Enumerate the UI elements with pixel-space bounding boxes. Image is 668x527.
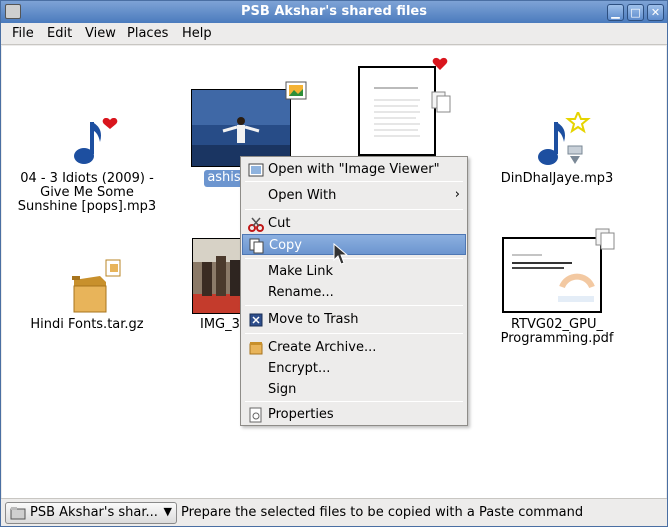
menu-separator [245,181,463,182]
favorite-heart-icon [432,57,448,70]
chevron-right-icon: › [454,187,460,202]
file-item[interactable]: 04 - 3 Idiots (2009) - Give Me Some Suns… [2,46,172,226]
status-bar: PSB Akshar's shar... ▼ Prepare the selec… [1,498,667,526]
file-name: 04 - 3 Idiots (2009) - [20,171,154,186]
window-title: PSB Akshar's shared files [241,4,427,19]
context-menu: Open with "Image Viewer" Open With › Cut… [240,156,468,426]
location-dropdown[interactable]: PSB Akshar's shar... ▼ [5,502,177,524]
menu-item-move-to-trash[interactable]: Move to Trash [242,309,466,330]
menu-separator [245,209,463,210]
menu-item-make-link[interactable]: Make Link [242,261,466,282]
menu-places[interactable]: Places [127,26,168,41]
audio-file-icon [538,112,591,165]
chevron-down-icon: ▼ [163,505,172,518]
audio-file-icon [74,118,118,164]
trash-icon [249,313,263,327]
menu-item-open-with-image-viewer[interactable]: Open with "Image Viewer" [242,159,466,180]
menu-separator [245,333,463,334]
menu-item-cut[interactable]: Cut [242,213,466,234]
mouse-cursor-icon [333,242,349,265]
file-item[interactable] [342,46,462,156]
menu-bar: File Edit View Places Help [1,23,667,45]
file-name: Programming.pdf [500,331,614,346]
properties-icon [249,407,262,423]
menu-item-create-archive[interactable]: Create Archive... [242,337,466,358]
file-name: RTVG02_GPU_ [511,317,603,332]
file-name: Give Me Some [40,185,134,200]
image-viewer-icon [248,163,264,177]
close-icon[interactable]: ✕ [647,4,664,21]
archive-icon [72,259,121,313]
folder-icon [10,507,26,520]
menu-help[interactable]: Help [182,26,212,41]
file-item[interactable]: Hindi Fonts.tar.gz [2,246,172,346]
location-label: PSB Akshar's shar... [30,505,158,520]
menu-edit[interactable]: Edit [47,26,72,41]
file-name-selected: ashis [204,170,244,187]
maximize-icon[interactable]: □ [627,4,644,21]
picture-emblem-icon [285,81,307,100]
file-item[interactable]: RTVG02_GPU_ Programming.pdf [482,224,632,354]
file-name: DinDhalJaye.mp3 [500,171,614,186]
copy-icon [249,238,264,254]
menu-separator [245,305,463,306]
menu-item-sign[interactable]: Sign [242,379,466,400]
file-manager-window: PSB Akshar's shared files ▁ □ ✕ File Edi… [0,0,668,527]
menu-item-encrypt[interactable]: Encrypt... [242,358,466,379]
menu-item-copy[interactable]: Copy [242,234,466,255]
file-name: Sunshine [pops].mp3 [17,199,157,214]
archive-icon [249,342,263,355]
menu-view[interactable]: View [85,26,116,41]
menu-item-open-with[interactable]: Open With › [242,185,466,206]
document-emblem-icon [595,228,615,250]
menu-separator [245,401,463,402]
document-emblem-icon [431,91,451,113]
file-item[interactable]: DinDhalJaye.mp3 [482,46,632,206]
menu-item-properties[interactable]: Properties [242,404,466,425]
document-thumbnail [358,66,436,156]
title-bar[interactable]: PSB Akshar's shared files ▁ □ ✕ [1,1,667,23]
menu-separator [245,258,463,259]
menu-item-rename[interactable]: Rename... [242,282,466,303]
menu-file[interactable]: File [12,26,34,41]
document-thumbnail [502,237,602,313]
status-message: Prepare the selected files to be copied … [181,505,584,520]
file-name: Hindi Fonts.tar.gz [30,317,144,332]
minimize-icon[interactable]: ▁ [607,4,624,21]
scissors-icon [248,217,264,232]
